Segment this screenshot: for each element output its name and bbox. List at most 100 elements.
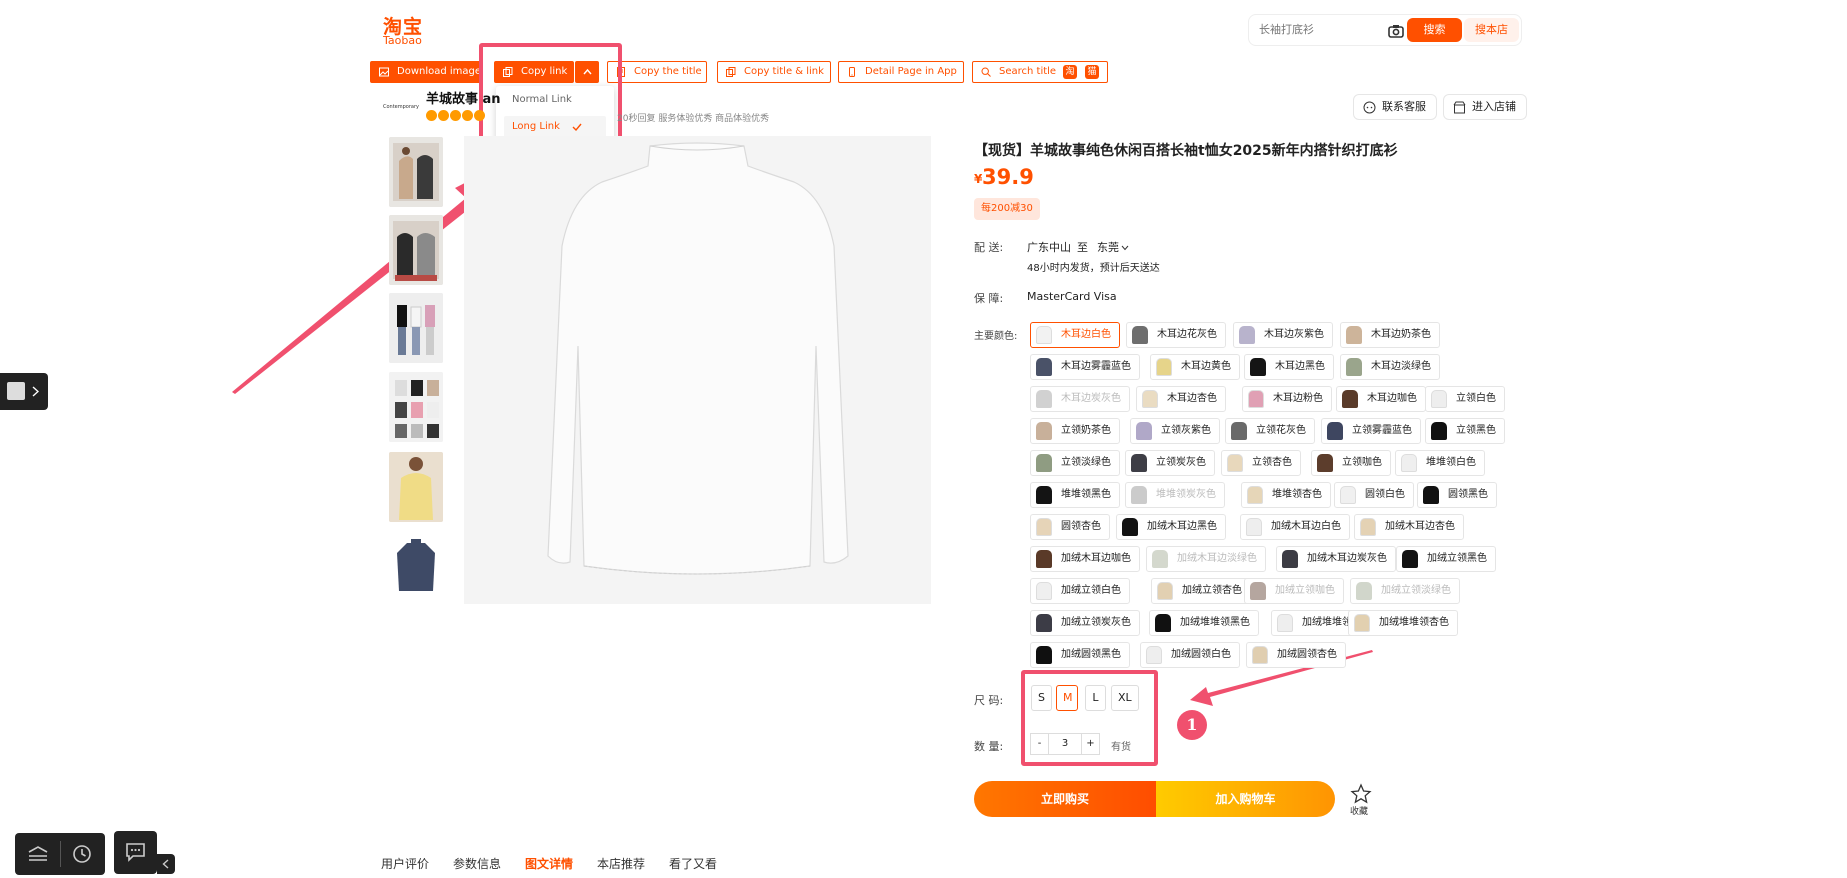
tab-reviews[interactable]: 用户评价 bbox=[381, 855, 429, 872]
color-option[interactable]: 立领花灰色 bbox=[1225, 418, 1315, 444]
search-store-button[interactable]: 搜本店 bbox=[1464, 18, 1519, 42]
color-option-label: 木耳边粉色 bbox=[1273, 393, 1323, 404]
color-option[interactable]: 木耳边杏色 bbox=[1136, 386, 1226, 412]
color-swatch-icon bbox=[1252, 646, 1268, 664]
color-option[interactable]: 木耳边粉色 bbox=[1242, 386, 1332, 412]
color-option[interactable]: 加绒木耳边白色 bbox=[1240, 514, 1350, 540]
color-option[interactable]: 加绒立领淡绿色 bbox=[1350, 578, 1460, 604]
chat-button[interactable] bbox=[114, 831, 157, 874]
color-option[interactable]: 木耳边奶茶色 bbox=[1340, 322, 1440, 348]
color-option[interactable]: 加绒立领白色 bbox=[1030, 578, 1130, 604]
side-panel-toggle[interactable] bbox=[0, 373, 48, 410]
color-option[interactable]: 加绒堆堆领黑色 bbox=[1149, 610, 1259, 636]
color-option[interactable]: 加绒立领杏色 bbox=[1151, 578, 1251, 604]
thumbnail-5[interactable] bbox=[389, 452, 443, 522]
download-image-button[interactable]: Download image bbox=[370, 61, 483, 83]
color-option[interactable]: 加绒圆领黑色 bbox=[1030, 642, 1130, 668]
enter-store-button[interactable]: 进入店铺 bbox=[1443, 94, 1527, 120]
layers-icon[interactable] bbox=[27, 845, 49, 863]
color-option[interactable]: 木耳边白色 bbox=[1030, 322, 1120, 348]
main-product-image[interactable] bbox=[464, 136, 931, 604]
thumbnail-4[interactable] bbox=[389, 372, 443, 442]
tab-store-recommend[interactable]: 本店推荐 bbox=[597, 855, 645, 872]
color-option-label: 立领杏色 bbox=[1252, 457, 1292, 468]
store-name[interactable]: 羊城故事 an bbox=[426, 88, 501, 107]
color-option[interactable]: 立领黑色 bbox=[1425, 418, 1505, 444]
color-option[interactable]: 木耳边灰紫色 bbox=[1233, 322, 1333, 348]
size-label: 尺 码: bbox=[974, 694, 1004, 707]
tab-also-viewed[interactable]: 看了又看 bbox=[669, 855, 717, 872]
ship-to-selector[interactable]: 东莞 bbox=[1097, 239, 1129, 255]
color-option-label: 木耳边雾霾蓝色 bbox=[1061, 361, 1131, 372]
color-option[interactable]: 堆堆领杏色 bbox=[1241, 482, 1331, 508]
search-title-button[interactable]: Search title 淘 猫 bbox=[972, 61, 1108, 83]
color-option[interactable]: 立领奶茶色 bbox=[1030, 418, 1120, 444]
add-to-cart-button[interactable]: 加入购物车 bbox=[1156, 781, 1335, 817]
color-option[interactable]: 加绒木耳边淡绿色 bbox=[1146, 546, 1266, 572]
color-option[interactable]: 木耳边黄色 bbox=[1150, 354, 1240, 380]
tab-parameters[interactable]: 参数信息 bbox=[453, 855, 501, 872]
customer-service-button[interactable]: 联系客服 bbox=[1353, 94, 1437, 120]
color-option-label: 木耳边奶茶色 bbox=[1371, 329, 1431, 340]
thumbnail-2[interactable] bbox=[389, 215, 443, 285]
color-option[interactable]: 木耳边淡绿色 bbox=[1340, 354, 1440, 380]
color-option[interactable]: 堆堆领炭灰色 bbox=[1125, 482, 1225, 508]
quantity-decrease-button[interactable]: - bbox=[1030, 733, 1049, 755]
color-option-label: 加绒立领白色 bbox=[1061, 585, 1121, 596]
thumbnail-3[interactable] bbox=[389, 293, 443, 363]
search-button[interactable]: 搜索 bbox=[1407, 18, 1462, 42]
color-option[interactable]: 加绒木耳边黑色 bbox=[1116, 514, 1226, 540]
thumbnail-6[interactable] bbox=[389, 533, 443, 603]
size-option-m[interactable]: M bbox=[1056, 685, 1078, 711]
buy-now-button[interactable]: 立即购买 bbox=[974, 781, 1156, 817]
color-option[interactable]: 圆领杏色 bbox=[1030, 514, 1110, 540]
color-option-label: 加绒堆堆领杏色 bbox=[1379, 617, 1449, 628]
star-icon[interactable] bbox=[1350, 783, 1372, 805]
color-option[interactable]: 加绒木耳边杏色 bbox=[1354, 514, 1464, 540]
color-option[interactable]: 木耳边雾霾蓝色 bbox=[1030, 354, 1140, 380]
detail-page-app-button[interactable]: Detail Page in App bbox=[838, 61, 964, 83]
color-option[interactable]: 立领淡绿色 bbox=[1030, 450, 1120, 476]
color-option[interactable]: 加绒圆领杏色 bbox=[1246, 642, 1346, 668]
color-option[interactable]: 木耳边黑色 bbox=[1244, 354, 1334, 380]
color-option[interactable]: 堆堆领黑色 bbox=[1030, 482, 1120, 508]
tmall-app-icon[interactable]: 猫 bbox=[1085, 65, 1099, 79]
color-option[interactable]: 加绒堆堆领杏色 bbox=[1348, 610, 1458, 636]
size-option-s[interactable]: S bbox=[1031, 685, 1052, 711]
color-option[interactable]: 木耳边花灰色 bbox=[1126, 322, 1226, 348]
color-option[interactable]: 立领炭灰色 bbox=[1125, 450, 1215, 476]
collapse-button[interactable] bbox=[157, 854, 175, 874]
copy-title-button[interactable]: Copy the title bbox=[607, 61, 707, 83]
copy-title-link-button[interactable]: Copy title & link bbox=[717, 61, 831, 83]
taobao-app-icon[interactable]: 淘 bbox=[1063, 65, 1077, 79]
color-option[interactable]: 圆领白色 bbox=[1334, 482, 1414, 508]
color-option[interactable]: 堆堆领白色 bbox=[1395, 450, 1485, 476]
color-option[interactable]: 加绒立领黑色 bbox=[1396, 546, 1496, 572]
quantity-increase-button[interactable]: + bbox=[1081, 733, 1100, 755]
history-icon[interactable] bbox=[71, 843, 93, 865]
store-logo[interactable]: Contemporary bbox=[383, 95, 419, 119]
color-option[interactable]: 立领灰紫色 bbox=[1130, 418, 1220, 444]
size-option-xl[interactable]: XL bbox=[1111, 685, 1139, 711]
color-option[interactable]: 加绒圆领白色 bbox=[1140, 642, 1240, 668]
camera-icon[interactable] bbox=[1386, 21, 1406, 41]
color-option[interactable]: 木耳边炭灰色 bbox=[1030, 386, 1130, 412]
quantity-input[interactable]: 3 bbox=[1049, 733, 1081, 755]
color-option[interactable]: 立领雾霾蓝色 bbox=[1321, 418, 1421, 444]
color-option[interactable]: 立领杏色 bbox=[1221, 450, 1301, 476]
color-option[interactable]: 立领咖色 bbox=[1311, 450, 1391, 476]
size-option-l[interactable]: L bbox=[1085, 685, 1106, 711]
color-option[interactable]: 圆领黑色 bbox=[1417, 482, 1497, 508]
color-option[interactable]: 加绒木耳边炭灰色 bbox=[1276, 546, 1396, 572]
color-option[interactable]: 立领白色 bbox=[1425, 386, 1505, 412]
color-option[interactable]: 加绒立领炭灰色 bbox=[1030, 610, 1140, 636]
color-option[interactable]: 木耳边咖色 bbox=[1336, 386, 1426, 412]
color-option-label: 立领花灰色 bbox=[1256, 425, 1306, 436]
color-option[interactable]: 加绒立领咖色 bbox=[1244, 578, 1344, 604]
search-input[interactable] bbox=[1259, 23, 1379, 36]
color-swatch-icon bbox=[1239, 326, 1255, 344]
color-option[interactable]: 加绒木耳边咖色 bbox=[1030, 546, 1140, 572]
coupon-badge[interactable]: 每200减30 bbox=[974, 198, 1040, 220]
tab-details[interactable]: 图文详情 bbox=[525, 855, 573, 872]
thumbnail-1[interactable] bbox=[389, 137, 443, 207]
